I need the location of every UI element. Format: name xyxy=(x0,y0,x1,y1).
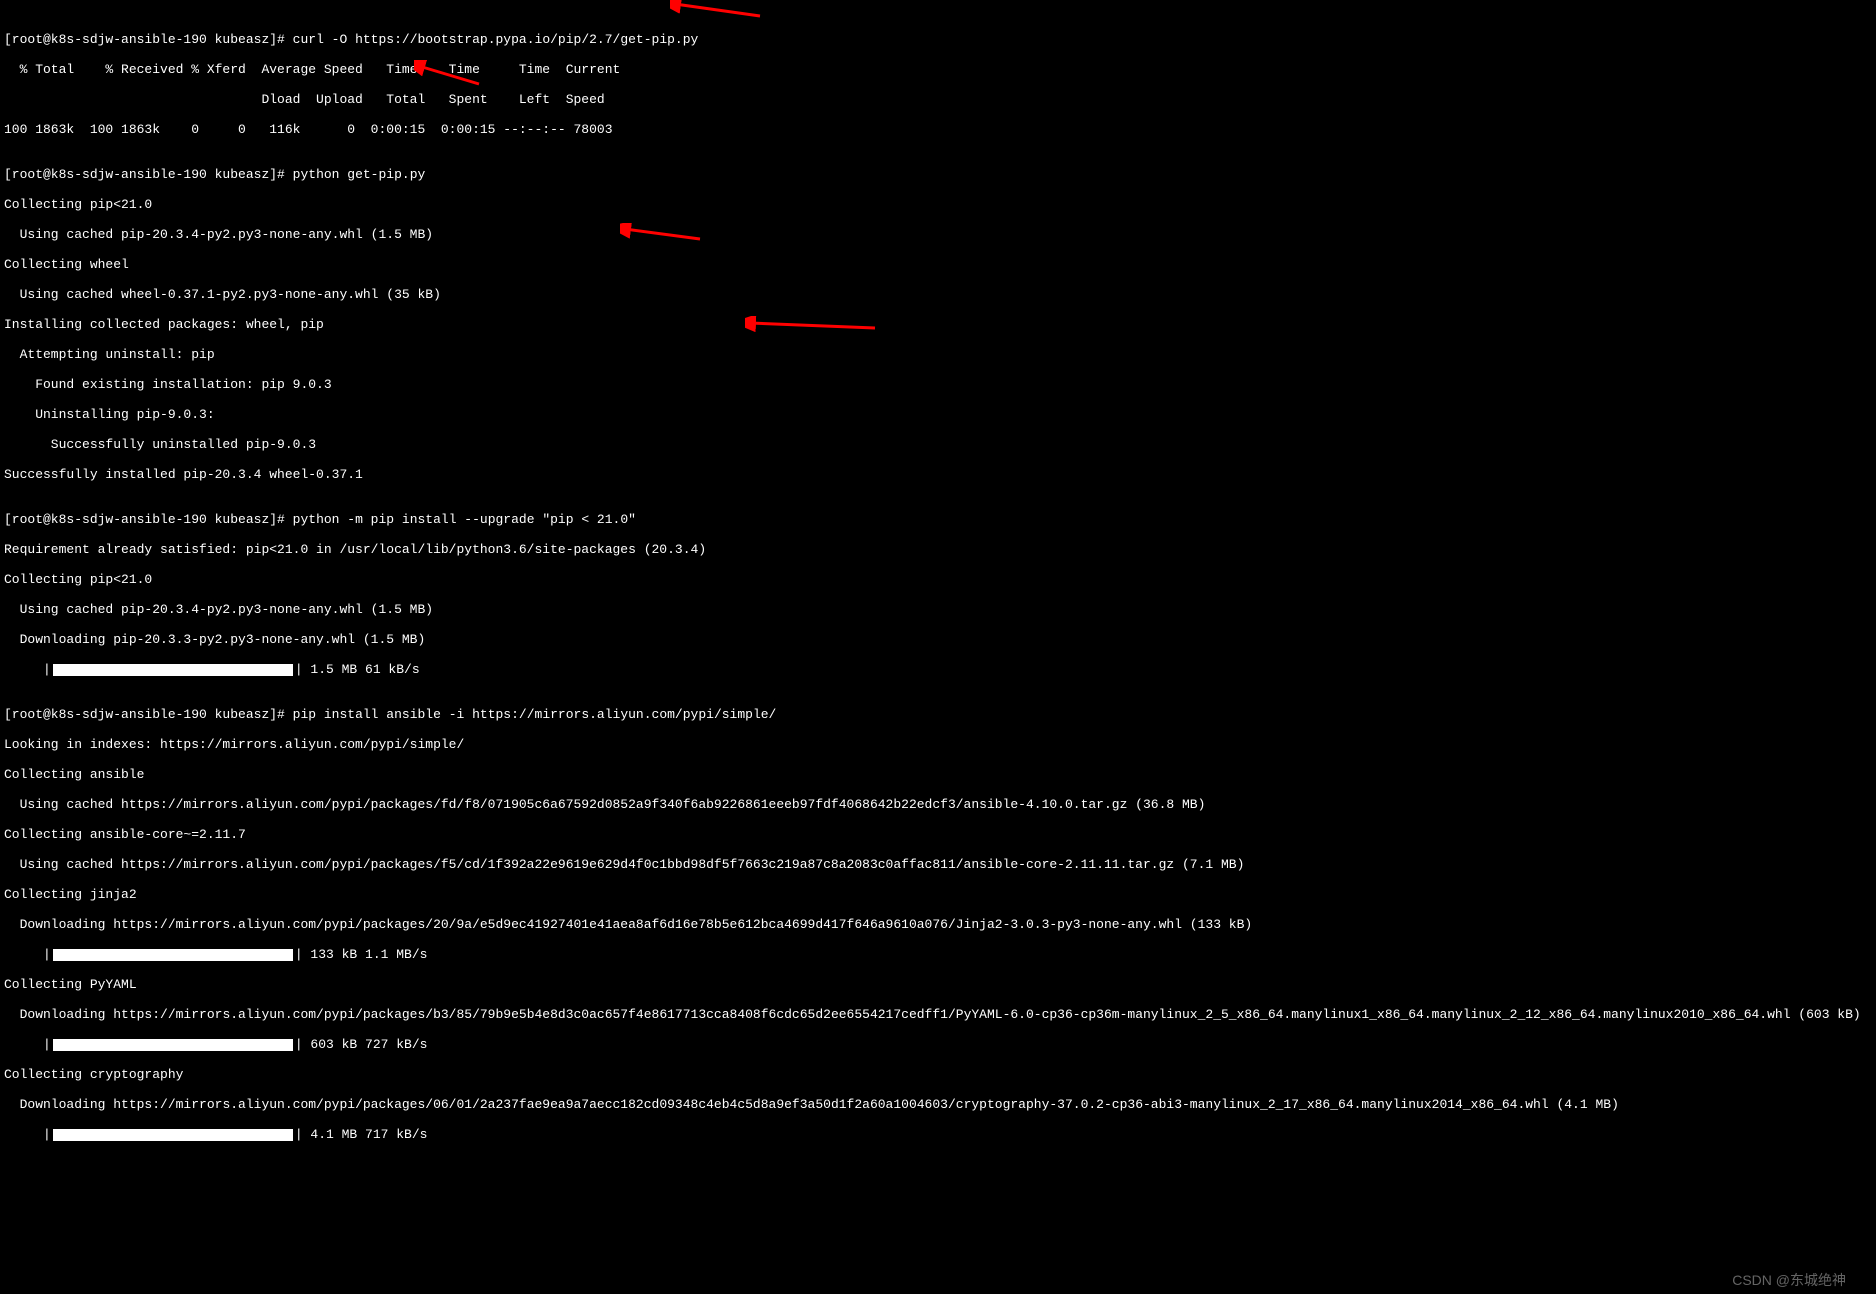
output-line: Collecting PyYAML xyxy=(4,977,1872,992)
shell-prompt: [root@k8s-sdjw-ansible-190 kubeasz]# xyxy=(4,32,285,47)
progress-bar-icon xyxy=(53,664,293,676)
shell-prompt: [root@k8s-sdjw-ansible-190 kubeasz]# xyxy=(4,512,285,527)
shell-prompt: [root@k8s-sdjw-ansible-190 kubeasz]# xyxy=(4,707,285,722)
output-line: Collecting cryptography xyxy=(4,1067,1872,1082)
output-line: Collecting pip<21.0 xyxy=(4,197,1872,212)
progress-suffix: | 133 kB 1.1 MB/s xyxy=(295,947,428,962)
progress-line: | | 1.5 MB 61 kB/s xyxy=(4,662,1872,677)
output-line: Using cached pip-20.3.4-py2.py3-none-any… xyxy=(4,602,1872,617)
output-line: Using cached wheel-0.37.1-py2.py3-none-a… xyxy=(4,287,1872,302)
progress-line: | | 133 kB 1.1 MB/s xyxy=(4,947,1872,962)
output-line: Collecting ansible-core~=2.11.7 xyxy=(4,827,1872,842)
output-line: Using cached pip-20.3.4-py2.py3-none-any… xyxy=(4,227,1872,242)
output-line: Successfully installed pip-20.3.4 wheel-… xyxy=(4,467,1872,482)
progress-prefix: | xyxy=(4,1037,51,1052)
progress-line: | | 4.1 MB 717 kB/s xyxy=(4,1127,1872,1142)
command-curl: curl -O https://bootstrap.pypa.io/pip/2.… xyxy=(293,32,699,47)
progress-suffix: | 1.5 MB 61 kB/s xyxy=(295,662,420,677)
output-line: Using cached https://mirrors.aliyun.com/… xyxy=(4,857,1872,872)
annotation-arrow-icon xyxy=(670,0,765,20)
prompt-line: [root@k8s-sdjw-ansible-190 kubeasz]# pip… xyxy=(4,707,1872,722)
output-line: Uninstalling pip-9.0.3: xyxy=(4,407,1872,422)
command-getpip: python get-pip.py xyxy=(293,167,426,182)
output-line: Attempting uninstall: pip xyxy=(4,347,1872,362)
output-line: Looking in indexes: https://mirrors.aliy… xyxy=(4,737,1872,752)
output-line: Requirement already satisfied: pip<21.0 … xyxy=(4,542,1872,557)
progress-prefix: | xyxy=(4,947,51,962)
progress-bar-icon xyxy=(53,949,293,961)
output-line: Downloading https://mirrors.aliyun.com/p… xyxy=(4,1097,1872,1112)
output-line: Installing collected packages: wheel, pi… xyxy=(4,317,1872,332)
output-line: Collecting jinja2 xyxy=(4,887,1872,902)
command-upgrade-pip: python -m pip install --upgrade "pip < 2… xyxy=(293,512,636,527)
command-pip-install-ansible: pip install ansible -i https://mirrors.a… xyxy=(293,707,777,722)
output-line: Collecting ansible xyxy=(4,767,1872,782)
progress-line: | | 603 kB 727 kB/s xyxy=(4,1037,1872,1052)
output-line: Downloading pip-20.3.3-py2.py3-none-any.… xyxy=(4,632,1872,647)
output-line: Successfully uninstalled pip-9.0.3 xyxy=(4,437,1872,452)
progress-suffix: | 603 kB 727 kB/s xyxy=(295,1037,428,1052)
progress-prefix: | xyxy=(4,1127,51,1142)
output-line: Found existing installation: pip 9.0.3 xyxy=(4,377,1872,392)
output-line: Collecting pip<21.0 xyxy=(4,572,1872,587)
output-line: Collecting wheel xyxy=(4,257,1872,272)
curl-header-2: Dload Upload Total Spent Left Speed xyxy=(4,92,1872,107)
watermark: CSDN @东城绝神 xyxy=(1732,1273,1846,1288)
terminal[interactable]: [root@k8s-sdjw-ansible-190 kubeasz]# cur… xyxy=(0,0,1876,1294)
output-line: Downloading https://mirrors.aliyun.com/p… xyxy=(4,917,1872,932)
prompt-line: [root@k8s-sdjw-ansible-190 kubeasz]# pyt… xyxy=(4,512,1872,527)
shell-prompt: [root@k8s-sdjw-ansible-190 kubeasz]# xyxy=(4,167,285,182)
curl-header-1: % Total % Received % Xferd Average Speed… xyxy=(4,62,1872,77)
prompt-line: [root@k8s-sdjw-ansible-190 kubeasz]# pyt… xyxy=(4,167,1872,182)
progress-suffix: | 4.1 MB 717 kB/s xyxy=(295,1127,428,1142)
output-line: Using cached https://mirrors.aliyun.com/… xyxy=(4,797,1872,812)
output-line: Downloading https://mirrors.aliyun.com/p… xyxy=(4,1007,1872,1022)
progress-prefix: | xyxy=(4,662,51,677)
progress-bar-icon xyxy=(53,1039,293,1051)
curl-progress-row: 100 1863k 100 1863k 0 0 116k 0 0:00:15 0… xyxy=(4,122,1872,137)
prompt-line: [root@k8s-sdjw-ansible-190 kubeasz]# cur… xyxy=(4,32,1872,47)
progress-bar-icon xyxy=(53,1129,293,1141)
